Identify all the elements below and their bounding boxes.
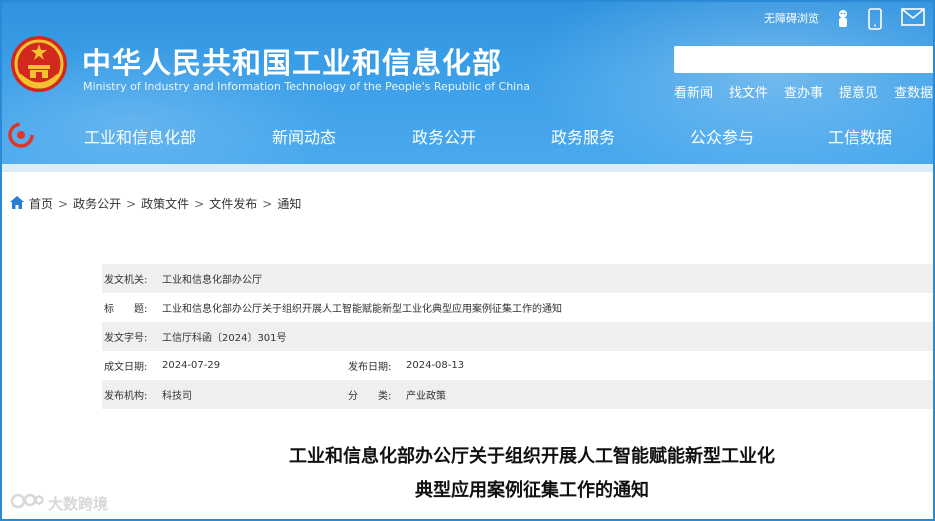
breadcrumb-policy[interactable]: 政策文件 bbox=[141, 195, 189, 212]
nav-item-public[interactable]: 公众参与 bbox=[690, 124, 754, 148]
document-metadata: 发文机关: 工业和信息化部办公厅 标 题: 工业和信息化部办公厅关于组织开展人工… bbox=[102, 264, 933, 409]
document-title: 工业和信息化部办公厅关于组织开展人工智能赋能新型工业化 典型应用案例征集工作的通… bbox=[172, 440, 892, 508]
meta-published: 2024-08-13 bbox=[406, 360, 465, 371]
meta-row-dates: 成文日期: 2024-07-29 发布日期: 2024-08-13 bbox=[102, 351, 933, 380]
nav-item-gov-affairs[interactable]: 政务公开 bbox=[412, 124, 476, 148]
home-icon[interactable] bbox=[10, 195, 24, 212]
home-logo-icon[interactable] bbox=[8, 122, 34, 148]
meta-created: 2024-07-29 bbox=[162, 360, 221, 371]
meta-title: 工业和信息化部办公厅关于组织开展人工智能赋能新型工业化典型应用案例征集工作的通知 bbox=[162, 304, 562, 315]
nav-item-news[interactable]: 新闻动态 bbox=[272, 124, 336, 148]
breadcrumb: 首页 > 政务公开 > 政策文件 > 文件发布 > 通知 bbox=[10, 195, 301, 212]
document-title-line: 典型应用案例征集工作的通知 bbox=[415, 480, 649, 501]
breadcrumb-separator: > bbox=[262, 196, 273, 211]
nav-item-data[interactable]: 工信数据 bbox=[828, 124, 892, 148]
mail-icon[interactable] bbox=[901, 8, 925, 28]
document-title-line: 工业和信息化部办公厅关于组织开展人工智能赋能新型工业化 bbox=[289, 446, 775, 467]
watermark-text: 大数跨境 bbox=[48, 494, 109, 513]
meta-created-cell: 成文日期: 2024-07-29 bbox=[102, 358, 346, 373]
breadcrumb-release[interactable]: 文件发布 bbox=[209, 195, 257, 212]
quick-link-news[interactable]: 看新闻 bbox=[674, 82, 713, 101]
breadcrumb-separator: > bbox=[194, 196, 205, 211]
meta-issuer: 工业和信息化部办公厅 bbox=[162, 275, 262, 286]
breadcrumb-separator: > bbox=[126, 196, 137, 211]
mobile-icon[interactable] bbox=[867, 8, 887, 30]
meta-category: 产业政策 bbox=[406, 391, 446, 402]
breadcrumb-home[interactable]: 首页 bbox=[29, 195, 53, 212]
meta-org-cell: 发布机构: 科技司 bbox=[102, 387, 346, 402]
quick-link-feedback[interactable]: 提意见 bbox=[839, 82, 878, 101]
quick-link-services[interactable]: 查办事 bbox=[784, 82, 823, 101]
breadcrumb-gov-affairs[interactable]: 政务公开 bbox=[73, 195, 121, 212]
meta-row-issuer: 发文机关: 工业和信息化部办公厅 bbox=[102, 264, 933, 293]
mascot-icon[interactable] bbox=[833, 8, 853, 28]
header-divider bbox=[2, 164, 933, 172]
meta-published-cell: 发布日期: 2024-08-13 bbox=[346, 358, 464, 373]
main-nav: 工业和信息化部 新闻动态 政务公开 政务服务 公众参与 工信数据 bbox=[2, 110, 933, 162]
meta-docno: 工信厅科函〔2024〕301号 bbox=[162, 333, 287, 344]
watermark: 大数跨境 bbox=[10, 492, 108, 514]
meta-label: 成文日期: bbox=[104, 362, 148, 373]
nav-item-gov-services[interactable]: 政务服务 bbox=[551, 124, 615, 148]
quick-link-data[interactable]: 查数据 bbox=[894, 82, 933, 101]
page-frame: 无障碍浏览 中华人民共和国工业和信息化部 Ministry of Industr… bbox=[0, 0, 935, 521]
meta-label: 发布机构: bbox=[104, 391, 148, 402]
breadcrumb-notice[interactable]: 通知 bbox=[277, 195, 301, 212]
meta-label: 发文机关: bbox=[104, 275, 148, 286]
breadcrumb-separator: > bbox=[58, 196, 69, 211]
quick-links: 看新闻 找文件 查办事 提意见 查数据 bbox=[674, 82, 933, 101]
meta-label: 发布日期: bbox=[348, 362, 392, 373]
search-input[interactable] bbox=[674, 46, 933, 73]
meta-row-org: 发布机构: 科技司 分 类: 产业政策 bbox=[102, 380, 933, 409]
national-emblem-icon bbox=[10, 35, 68, 93]
site-title: 中华人民共和国工业和信息化部 bbox=[82, 46, 503, 80]
meta-label: 发文字号: bbox=[104, 333, 148, 344]
site-subtitle: Ministry of Industry and Information Tec… bbox=[83, 80, 530, 93]
site-header: 无障碍浏览 中华人民共和国工业和信息化部 Ministry of Industr… bbox=[2, 2, 933, 164]
watermark-logo-icon bbox=[10, 492, 44, 514]
meta-row-docno: 发文字号: 工信厅科函〔2024〕301号 bbox=[102, 322, 933, 351]
meta-label: 标 题: bbox=[104, 304, 148, 315]
quick-link-files[interactable]: 找文件 bbox=[729, 82, 768, 101]
meta-category-cell: 分 类: 产业政策 bbox=[346, 387, 446, 402]
accessibility-link[interactable]: 无障碍浏览 bbox=[764, 10, 819, 26]
nav-item-ministry[interactable]: 工业和信息化部 bbox=[84, 124, 196, 148]
meta-label: 分 类: bbox=[348, 391, 392, 402]
meta-row-title: 标 题: 工业和信息化部办公厅关于组织开展人工智能赋能新型工业化典型应用案例征集… bbox=[102, 293, 933, 322]
meta-org: 科技司 bbox=[162, 391, 192, 402]
utility-bar: 无障碍浏览 bbox=[764, 6, 925, 30]
